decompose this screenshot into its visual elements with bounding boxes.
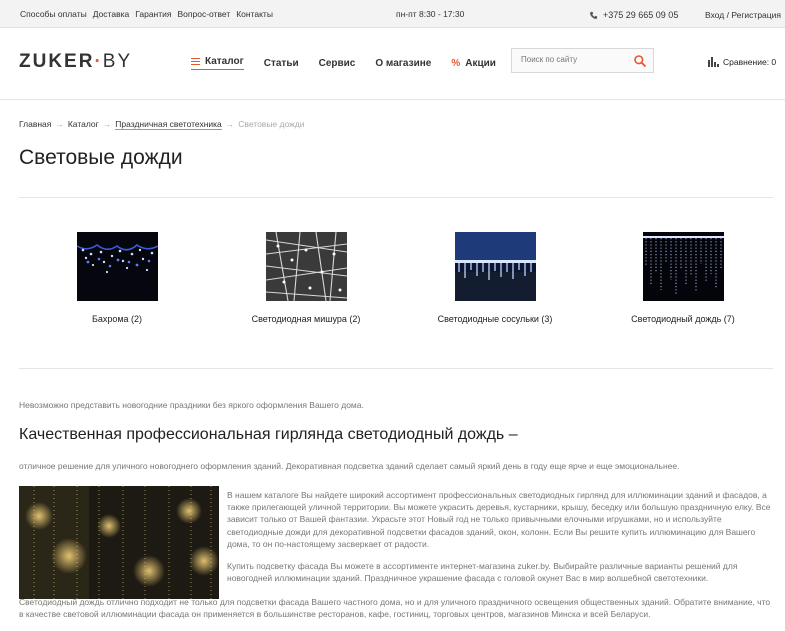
- search-box: [511, 48, 654, 73]
- nav-articles[interactable]: Статьи: [264, 56, 299, 70]
- logo-tld: BY: [102, 51, 133, 72]
- nav-sales[interactable]: % Акции: [451, 56, 496, 70]
- compare-label: Сравнение: 0: [723, 57, 777, 67]
- page-title: Световые дожди: [19, 146, 183, 169]
- site-logo[interactable]: ZUKER·BY: [19, 51, 132, 73]
- garland-photo: [19, 486, 219, 599]
- phone-number: +375 29 665 09 05: [603, 10, 679, 20]
- top-bar: Способы оплаты Доставка Гарантия Вопрос-…: [0, 0, 785, 28]
- phone-icon: [590, 11, 598, 19]
- compare-link[interactable]: Сравнение: 0: [708, 57, 776, 67]
- led-rain-image: [642, 232, 724, 301]
- breadcrumb-separator: →: [102, 119, 112, 129]
- icicles-image: [454, 232, 536, 301]
- top-link-contacts[interactable]: Контакты: [236, 9, 273, 19]
- phone-link[interactable]: +375 29 665 09 05: [589, 10, 678, 20]
- paragraph-usage: Светодиодный дождь отлично подходит не т…: [19, 597, 771, 620]
- breadcrumb-home[interactable]: Главная: [19, 119, 51, 130]
- search-input[interactable]: [521, 55, 631, 64]
- category-label: Бахрома (2): [91, 314, 143, 324]
- bar-chart-icon: [708, 57, 719, 67]
- breadcrumb-current: Световые дожди: [238, 119, 305, 129]
- intro-text: Невозможно представить новогодние праздн…: [19, 400, 364, 410]
- breadcrumb: Главная → Каталог → Праздничная светотех…: [19, 119, 305, 130]
- top-link-faq[interactable]: Вопрос-ответ: [177, 9, 230, 19]
- category-label: Светодиодная мишура (2): [251, 314, 361, 324]
- working-hours: пн-пт 8:30 - 17:30: [396, 9, 465, 19]
- category-led-rain[interactable]: Светодиодный дождь (7): [608, 232, 758, 324]
- logo-main: ZUKER: [19, 51, 95, 72]
- login-register-link[interactable]: Вход / Регистрация: [705, 10, 781, 20]
- top-links: Способы оплаты Доставка Гарантия Вопрос-…: [20, 9, 273, 19]
- section-heading: Качественная профессиональная гирлянда с…: [19, 426, 518, 443]
- nav-catalog-label: Каталог: [205, 56, 244, 67]
- nav-service[interactable]: Сервис: [319, 56, 356, 70]
- category-label: Светодиодный дождь (7): [631, 314, 735, 324]
- paragraph-buy: Купить подсветку фасада Вы можете в ассо…: [227, 561, 738, 584]
- main-nav: Каталог Статьи Сервис О магазине % Акции: [191, 56, 516, 70]
- category-fringe[interactable]: Бахрома (2): [42, 232, 192, 324]
- fringe-image: [76, 232, 158, 301]
- breadcrumb-separator: →: [225, 119, 235, 129]
- breadcrumb-catalog[interactable]: Каталог: [68, 119, 99, 130]
- paragraph-catalog: В нашем каталоге Вы найдете широкий ассо…: [227, 490, 771, 549]
- top-link-payment[interactable]: Способы оплаты: [20, 9, 87, 19]
- percent-icon: %: [451, 57, 461, 69]
- top-link-delivery[interactable]: Доставка: [93, 9, 130, 19]
- top-link-warranty[interactable]: Гарантия: [135, 9, 171, 19]
- category-icicles[interactable]: Светодиодные сосульки (3): [420, 232, 570, 324]
- nav-sales-label: Акции: [465, 57, 496, 69]
- breadcrumb-section[interactable]: Праздничная светотехника: [115, 119, 222, 130]
- logo-dot: ·: [94, 51, 103, 72]
- breadcrumb-separator: →: [55, 119, 64, 129]
- search-icon[interactable]: [633, 54, 647, 68]
- nav-catalog[interactable]: Каталог: [191, 56, 244, 70]
- nav-about[interactable]: О магазине: [375, 56, 431, 70]
- divider: [19, 197, 773, 198]
- tinsel-image: [265, 232, 347, 301]
- section-subline: отличное решение для уличного новогоднег…: [19, 461, 680, 471]
- category-tinsel[interactable]: Светодиодная мишура (2): [231, 232, 381, 324]
- divider: [19, 368, 773, 369]
- header: ZUKER·BY Каталог Статьи Сервис О магазин…: [0, 28, 785, 100]
- menu-icon: [191, 58, 200, 65]
- category-label: Светодиодные сосульки (3): [437, 314, 553, 324]
